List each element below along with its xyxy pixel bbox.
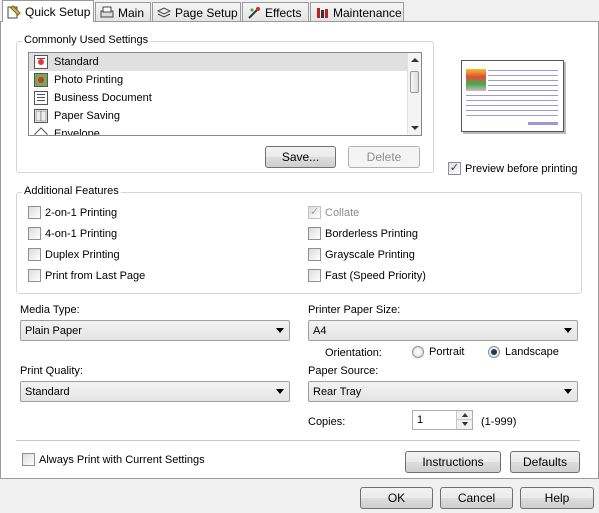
copies-stepper[interactable]: 1 xyxy=(412,410,473,430)
layout-preview xyxy=(461,60,564,132)
list-item-label: Paper Saving xyxy=(54,110,121,122)
four-on-one-checkbox[interactable]: 4-on-1 Printing xyxy=(28,227,117,240)
preview-page-graphic xyxy=(466,69,558,125)
list-item[interactable]: Paper Saving xyxy=(29,107,421,125)
checkmark-icon: ✓ xyxy=(308,206,321,219)
paper-source-label: Paper Source: xyxy=(308,365,379,377)
tab-effects[interactable]: Effects xyxy=(242,2,309,22)
scroll-thumb[interactable] xyxy=(410,71,419,93)
scroll-up-icon[interactable] xyxy=(411,58,419,62)
print-quality-select[interactable]: Standard xyxy=(20,381,290,402)
tab-label: Main xyxy=(118,5,145,20)
list-item[interactable]: Envelope xyxy=(29,125,421,136)
effects-icon xyxy=(247,6,261,20)
collate-checkbox[interactable]: ✓ Collate xyxy=(308,206,359,219)
document-icon xyxy=(34,91,48,105)
last-page-checkbox[interactable]: Print from Last Page xyxy=(28,269,145,282)
list-item[interactable]: Standard xyxy=(29,53,421,71)
save-button[interactable]: Save... xyxy=(265,146,336,168)
tab-maintenance[interactable]: Maintenance xyxy=(310,2,404,22)
tab-label: Quick Setup xyxy=(25,4,91,19)
preview-label: Preview before printing xyxy=(465,162,578,175)
paper-source-select[interactable]: Rear Tray xyxy=(308,381,578,402)
orientation-label: Orientation: xyxy=(325,347,382,359)
ok-button[interactable]: OK xyxy=(360,487,433,509)
media-type-label: Media Type: xyxy=(20,304,80,316)
portrait-radio[interactable]: Portrait xyxy=(412,346,464,358)
list-item[interactable]: Photo Printing xyxy=(29,71,421,89)
preview-checkbox[interactable]: ✓ Preview before printing xyxy=(448,162,578,175)
grayscale-checkbox[interactable]: Grayscale Printing xyxy=(308,248,415,261)
checkmark-icon: ✓ xyxy=(448,162,461,175)
tab-label: Effects xyxy=(265,5,302,20)
list-item[interactable]: Business Document xyxy=(29,89,421,107)
tab-main[interactable]: Main xyxy=(95,2,151,22)
landscape-radio[interactable]: Landscape xyxy=(488,346,559,358)
fast-speed-checkbox[interactable]: Fast (Speed Priority) xyxy=(308,269,426,282)
chevron-down-icon xyxy=(276,389,284,394)
spin-down-icon[interactable] xyxy=(456,420,472,429)
paper-saving-icon xyxy=(34,109,48,123)
always-print-checkbox[interactable]: Always Print with Current Settings xyxy=(22,453,205,466)
additional-features-title: Additional Features xyxy=(22,185,121,197)
chevron-down-icon xyxy=(564,328,572,333)
paper-size-select[interactable]: A4 xyxy=(308,320,578,341)
photo-icon xyxy=(34,73,48,87)
copies-range: (1-999) xyxy=(481,416,517,428)
paper-size-label: Printer Paper Size: xyxy=(308,304,401,316)
tab-label: Maintenance xyxy=(333,5,402,20)
list-item-label: Envelope xyxy=(54,128,100,136)
duplex-checkbox[interactable]: Duplex Printing xyxy=(28,248,120,261)
maintenance-icon xyxy=(315,6,329,20)
standard-icon xyxy=(34,55,48,69)
scroll-down-icon[interactable] xyxy=(411,126,419,130)
list-item-label: Standard xyxy=(54,56,99,68)
tab-strip: Quick Setup Main Page Setup Effects Main… xyxy=(0,0,599,22)
borderless-checkbox[interactable]: Borderless Printing xyxy=(308,227,418,240)
list-item-label: Business Document xyxy=(54,92,152,104)
two-on-one-checkbox[interactable]: 2-on-1 Printing xyxy=(28,206,117,219)
copies-label: Copies: xyxy=(308,416,346,428)
list-item-label: Photo Printing xyxy=(54,74,124,86)
chevron-down-icon xyxy=(276,328,284,333)
help-button[interactable]: Help xyxy=(520,487,594,509)
settings-listbox[interactable]: Standard Photo Printing Business Documen… xyxy=(28,52,422,136)
delete-button[interactable]: Delete xyxy=(348,146,420,168)
list-scrollbar[interactable] xyxy=(407,53,421,135)
tab-quick-setup[interactable]: Quick Setup xyxy=(2,0,94,22)
chevron-down-icon xyxy=(564,389,572,394)
media-type-select[interactable]: Plain Paper xyxy=(20,320,290,341)
divider xyxy=(16,440,580,441)
quick-setup-icon xyxy=(7,4,21,19)
tab-page-setup[interactable]: Page Setup xyxy=(152,2,241,22)
tab-label: Page Setup xyxy=(175,5,238,20)
page-setup-icon xyxy=(156,6,172,20)
envelope-icon xyxy=(34,127,48,135)
spin-up-icon[interactable] xyxy=(456,411,472,420)
print-quality-label: Print Quality: xyxy=(20,365,83,377)
quick-setup-panel: Commonly Used Settings Standard Photo Pr… xyxy=(0,21,599,479)
cancel-button[interactable]: Cancel xyxy=(440,487,513,509)
main-icon xyxy=(100,6,114,20)
commonly-used-title: Commonly Used Settings xyxy=(22,34,151,46)
instructions-button[interactable]: Instructions xyxy=(405,451,501,473)
defaults-button[interactable]: Defaults xyxy=(510,451,580,473)
